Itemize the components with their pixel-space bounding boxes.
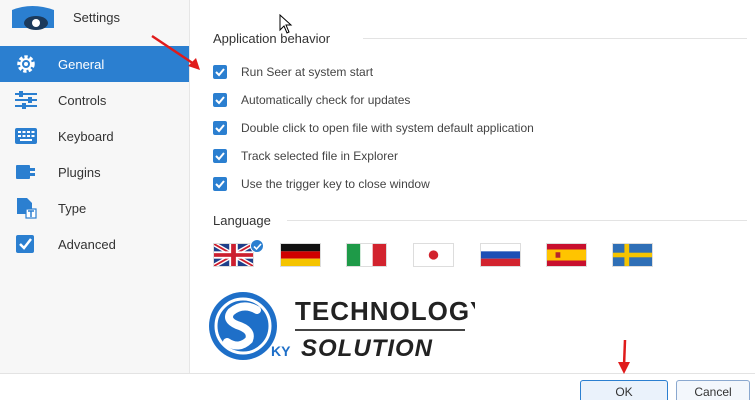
option-check-updates[interactable]: Automatically check for updates xyxy=(213,92,410,108)
gear-icon xyxy=(17,55,35,73)
seer-eye-icon xyxy=(12,6,54,30)
russia-flag-icon[interactable] xyxy=(480,243,521,267)
section-divider xyxy=(287,220,747,221)
app-title: Settings xyxy=(73,10,120,25)
uk-flag-icon[interactable] xyxy=(213,243,254,267)
checkbox-icon xyxy=(16,235,34,253)
spain-flag-icon[interactable] xyxy=(546,243,587,267)
option-label: Track selected file in Explorer xyxy=(241,149,398,163)
sidebar-item-label: Controls xyxy=(58,92,107,108)
watermark-logo: TECHNOLOGY KY SOLUTION xyxy=(205,288,487,364)
checkbox-run-at-start[interactable] xyxy=(213,65,227,79)
file-type-icon xyxy=(17,198,37,219)
checkbox-check-updates[interactable] xyxy=(213,93,227,107)
check-icon xyxy=(215,96,225,105)
sidebar-item-keyboard[interactable]: Keyboard xyxy=(0,118,189,154)
checkbox-trigger-close[interactable] xyxy=(213,177,227,191)
option-trigger-close[interactable]: Use the trigger key to close window xyxy=(213,176,430,192)
checkbox-double-click-open[interactable] xyxy=(213,121,227,135)
selected-check-icon xyxy=(250,239,264,253)
check-icon xyxy=(215,152,225,161)
option-run-at-start[interactable]: Run Seer at system start xyxy=(213,64,373,80)
italy-flag-icon[interactable] xyxy=(346,243,387,267)
sidebar-item-plugins[interactable]: Plugins xyxy=(0,154,189,190)
checkbox-track-explorer[interactable] xyxy=(213,149,227,163)
keyboard-icon xyxy=(15,128,37,144)
cancel-button[interactable]: Cancel xyxy=(676,380,750,400)
japan-flag-icon[interactable] xyxy=(413,243,454,267)
watermark-badge: KY xyxy=(271,343,291,359)
sidebar-item-controls[interactable]: Controls xyxy=(0,82,189,118)
section-divider xyxy=(363,38,747,39)
check-icon xyxy=(215,124,225,133)
ok-button[interactable]: OK xyxy=(580,380,668,400)
germany-flag-icon[interactable] xyxy=(280,243,321,267)
sweden-flag-icon[interactable] xyxy=(612,243,653,267)
option-track-explorer[interactable]: Track selected file in Explorer xyxy=(213,148,398,164)
option-label: Double click to open file with system de… xyxy=(241,121,534,135)
watermark-line2: SOLUTION xyxy=(301,335,433,362)
mouse-cursor-icon xyxy=(279,14,293,34)
check-icon xyxy=(215,180,225,189)
language-section-title: Language xyxy=(213,213,271,228)
plugin-icon xyxy=(16,165,35,179)
sidebar-item-label: Keyboard xyxy=(58,128,114,144)
sidebar-item-label: Advanced xyxy=(58,236,116,252)
option-double-click-open[interactable]: Double click to open file with system de… xyxy=(213,120,534,136)
sidebar-item-label: General xyxy=(58,56,105,72)
annotation-arrow-icon xyxy=(618,339,630,374)
behavior-section-title: Application behavior xyxy=(213,31,331,46)
option-label: Automatically check for updates xyxy=(241,93,411,107)
check-icon xyxy=(215,68,225,77)
dialog-footer: OK Cancel xyxy=(0,373,755,400)
watermark-line1: TECHNOLOGY xyxy=(295,296,475,326)
annotation-arrow-icon xyxy=(151,34,200,70)
sidebar-nav: General Controls Keyboard Plugins Type A… xyxy=(0,46,189,262)
sidebar-item-label: Type xyxy=(58,200,87,216)
option-label: Run Seer at system start xyxy=(241,65,374,79)
sidebar-item-advanced[interactable]: Advanced xyxy=(0,226,189,262)
sidebar-item-type[interactable]: Type xyxy=(0,190,189,226)
option-label: Use the trigger key to close window xyxy=(241,177,430,191)
sidebar-item-label: Plugins xyxy=(58,164,101,180)
sky-logo-icon: TECHNOLOGY KY SOLUTION xyxy=(209,292,487,362)
sliders-icon xyxy=(15,91,37,109)
